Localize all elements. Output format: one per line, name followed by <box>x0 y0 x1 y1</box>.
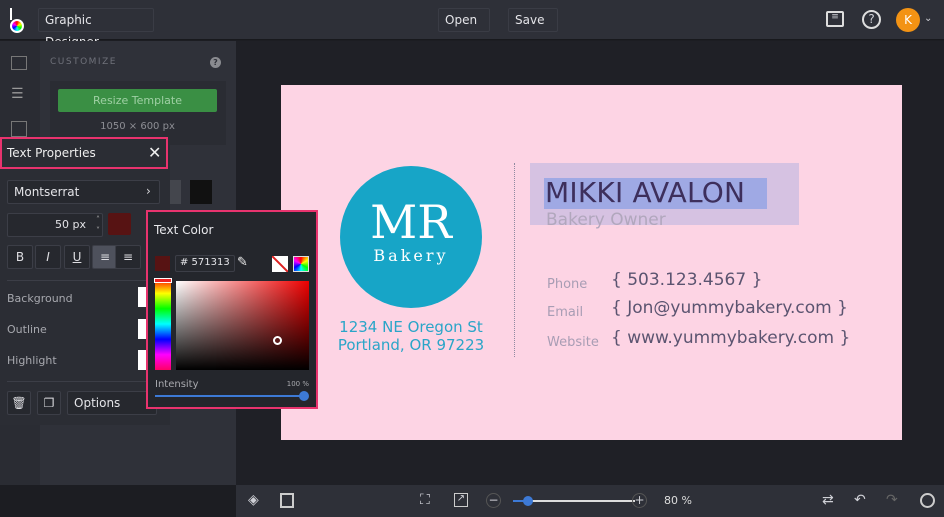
background-swatch[interactable] <box>138 287 146 307</box>
logo-initials: MR <box>370 195 452 249</box>
help-icon[interactable]: ? <box>862 10 881 29</box>
panel-title: Text Properties <box>7 146 96 160</box>
name-text[interactable]: MIKKI AVALON <box>545 176 745 209</box>
business-card[interactable]: MR Bakery 1234 NE Oregon St Portland, OR… <box>281 85 902 440</box>
intensity-handle[interactable] <box>299 391 309 401</box>
intensity-value: 100 % <box>286 380 309 388</box>
app-logo[interactable] <box>8 8 28 34</box>
undo-icon[interactable]: ↶ <box>854 493 866 507</box>
template-dimensions: 1050 × 600 px <box>100 121 175 132</box>
duplicate-button[interactable]: ❐ <box>37 391 61 415</box>
save-label: Save <box>515 13 545 27</box>
history-icon[interactable] <box>920 493 935 508</box>
highlight-swatch[interactable] <box>138 350 146 370</box>
text-color-popup: Text Color # 571313 ✎ Intensity 100 % <box>146 210 318 409</box>
zoom-in-icon[interactable]: + <box>632 493 647 508</box>
sliders-icon[interactable]: ☰ <box>11 87 24 101</box>
chevron-down-icon[interactable]: ⌄ <box>924 14 932 24</box>
delete-button[interactable]: 🗑 <box>7 391 31 415</box>
layers-icon[interactable]: ◈ <box>248 493 259 507</box>
panel-title: CUSTOMIZE <box>50 57 117 67</box>
bold-button[interactable]: B <box>7 245 33 269</box>
avatar[interactable]: K <box>896 8 920 32</box>
swap-icon[interactable]: ⇄ <box>822 493 834 507</box>
color-palette-icon[interactable] <box>293 256 309 272</box>
text-color-swatch[interactable] <box>108 213 131 235</box>
zoom-out-icon[interactable]: − <box>486 493 501 508</box>
fit-screen-icon[interactable]: ⛶ <box>420 493 430 507</box>
hue-handle[interactable] <box>154 278 172 283</box>
hue-slider[interactable] <box>154 278 172 370</box>
contact-label: Website <box>547 335 599 350</box>
contact-label: Email <box>547 305 584 320</box>
options-button[interactable]: Options <box>67 391 157 415</box>
no-color-icon[interactable] <box>272 256 288 272</box>
chevron-right-icon: › <box>146 184 151 198</box>
options-label: Options <box>74 396 121 410</box>
open-label: Open <box>445 13 478 27</box>
layout-icon[interactable] <box>280 493 294 508</box>
layout-icon[interactable] <box>11 121 27 137</box>
help-icon[interactable]: ? <box>210 57 221 68</box>
italic-button[interactable]: I <box>35 245 61 269</box>
font-select[interactable]: Montserrat › <box>7 180 160 204</box>
contact-row-email: Email { Jon@yummybakery.com } <box>547 298 848 320</box>
redo-icon[interactable]: ↷ <box>886 493 898 507</box>
font-size-value: 50 px <box>55 218 86 231</box>
contact-value[interactable]: { 503.123.4567 } <box>611 270 762 290</box>
color-picker-handle[interactable] <box>273 336 282 345</box>
contact-row-website: Website { www.yummybakery.com } <box>547 328 850 350</box>
top-bar: Graphic Designer ⌄ Open ⌄ Save ⌄ ≡ ? K ⌄ <box>0 0 944 49</box>
contact-label: Phone <box>547 277 588 292</box>
chat-icon[interactable]: ≡ <box>826 11 844 27</box>
open-button[interactable]: Open ⌄ <box>438 8 490 49</box>
current-color-swatch <box>155 256 170 271</box>
contact-row-phone: Phone { 503.123.4567 } <box>547 270 762 292</box>
color-swatch-black[interactable] <box>190 180 212 204</box>
zoom-slider[interactable] <box>513 496 635 506</box>
outline-swatch[interactable] <box>138 319 146 339</box>
text-properties-panel: Text Properties ✕ Montserrat › 50 px ˄ ˅ … <box>0 137 170 425</box>
underline-button[interactable]: U <box>64 245 90 269</box>
hex-value: # 571313 <box>180 257 230 268</box>
popup-title: Text Color <box>154 223 214 237</box>
expand-icon[interactable]: ↗ <box>454 493 468 507</box>
text-properties-header: Text Properties ✕ <box>0 137 168 169</box>
eyedropper-icon[interactable]: ✎ <box>237 255 248 270</box>
intensity-label: Intensity <box>155 379 199 390</box>
highlight-label: Highlight <box>7 354 57 367</box>
font-name: Montserrat <box>14 185 80 199</box>
address-line-2[interactable]: Portland, OR 97223 <box>321 336 501 354</box>
contact-value[interactable]: { Jon@yummybakery.com } <box>611 298 848 318</box>
contact-value[interactable]: { www.yummybakery.com } <box>611 328 850 348</box>
zoom-handle[interactable] <box>523 496 533 506</box>
intensity-slider[interactable] <box>155 391 309 401</box>
zoom-level: 80 % <box>664 494 692 507</box>
saturation-picker[interactable] <box>176 281 309 370</box>
background-label: Background <box>7 292 73 305</box>
save-button[interactable]: Save ⌄ <box>508 8 558 49</box>
bottom-toolbar: ◈ ⛶ ↗ − + 80 % ⇄ ↶ ↷ <box>236 485 944 517</box>
stepper-icon[interactable]: ˄ ˅ <box>96 214 100 236</box>
job-title[interactable]: Bakery Owner <box>546 210 666 230</box>
address-line-1[interactable]: 1234 NE Oregon St <box>321 318 501 336</box>
logo-circle[interactable]: MR Bakery <box>340 166 482 308</box>
image-icon[interactable] <box>11 56 27 70</box>
outline-label: Outline <box>7 323 47 336</box>
resize-template-button[interactable]: Resize Template <box>58 89 217 112</box>
divider <box>514 163 515 357</box>
font-size-input[interactable]: 50 px ˄ ˅ <box>7 213 103 237</box>
hex-input[interactable]: # 571313 <box>175 255 235 272</box>
app-switcher-dropdown[interactable]: Graphic Designer ⌄ <box>38 8 154 49</box>
align-center-button[interactable]: ≡ <box>115 245 141 269</box>
close-icon[interactable]: ✕ <box>148 143 161 162</box>
logo-subtitle: Bakery <box>373 246 449 265</box>
